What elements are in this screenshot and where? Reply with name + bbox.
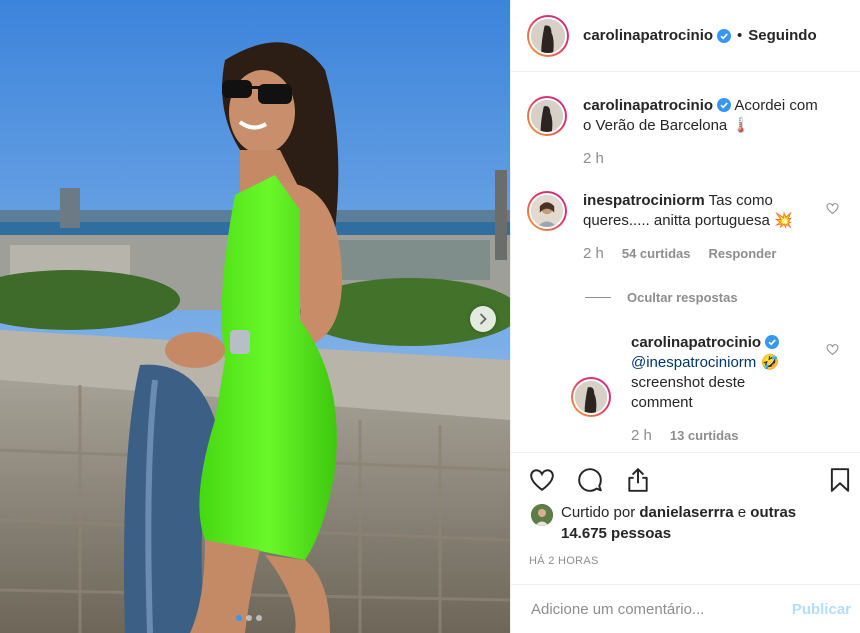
reply-text: screenshot deste comment	[631, 374, 746, 411]
reply-likes[interactable]: 13 curtidas	[670, 426, 739, 446]
caption: carolinapatrocinio Acordei com o Verão d…	[527, 96, 828, 169]
post-side-panel: carolinapatrocinio • Seguindo carolinapa…	[510, 0, 860, 633]
post-header: carolinapatrocinio • Seguindo	[511, 0, 860, 72]
likes-prefix: Curtido por	[561, 504, 636, 521]
verified-badge-icon	[765, 335, 780, 349]
reply-username[interactable]: carolinapatrocinio	[631, 334, 761, 351]
likes-middle: e	[737, 504, 747, 521]
reply-item: carolinapatrocinio @inespatrociniorm 🤣 s…	[571, 333, 801, 446]
like-reply-heart-icon[interactable]	[826, 343, 839, 356]
liker-avatar[interactable]	[531, 504, 553, 526]
action-bar	[511, 452, 860, 507]
separator: •	[737, 27, 743, 44]
hide-replies-button[interactable]: Ocultar respostas	[585, 290, 738, 305]
verified-badge-icon	[717, 98, 732, 112]
divider	[585, 297, 611, 298]
caption-avatar[interactable]	[527, 96, 567, 136]
comment-likes[interactable]: 54 curtidas	[622, 244, 691, 264]
comment-avatar[interactable]	[527, 191, 567, 231]
add-comment-bar: Publicar	[511, 584, 860, 633]
photo-image	[0, 0, 510, 633]
comment-input[interactable]	[531, 600, 771, 618]
chevron-right-icon	[480, 313, 487, 325]
post-timestamp[interactable]: HÁ 2 HORAS	[529, 555, 599, 567]
caption-time[interactable]: 2 h	[583, 149, 604, 169]
caption-username[interactable]: carolinapatrocinio	[583, 97, 713, 114]
likes-summary: Curtido por danielaserrra e outras 14.67…	[531, 502, 801, 544]
post-photo	[0, 0, 510, 633]
reply-button[interactable]: Responder	[709, 244, 777, 264]
comment-username[interactable]: inespatrociniorm	[583, 192, 705, 209]
carousel-dot	[246, 615, 252, 621]
publish-button[interactable]: Publicar	[792, 601, 851, 618]
reply-avatar[interactable]	[571, 377, 611, 417]
reply-time[interactable]: 2 h	[631, 426, 652, 446]
hide-replies-label: Ocultar respostas	[627, 290, 738, 305]
following-button[interactable]: Seguindo	[748, 27, 816, 44]
reply-mention[interactable]: @inespatrociniorm	[631, 354, 756, 371]
author-avatar[interactable]	[527, 14, 569, 57]
next-slide-button[interactable]	[470, 306, 496, 332]
carousel-indicator	[236, 615, 262, 621]
carousel-dot	[236, 615, 242, 621]
verified-badge-icon	[717, 28, 732, 43]
share-icon[interactable]	[625, 467, 651, 493]
heart-icon[interactable]	[529, 467, 555, 493]
liker-username[interactable]: danielaserrra	[639, 504, 733, 521]
reply-emoji: 🤣	[760, 354, 780, 371]
like-comment-heart-icon[interactable]	[826, 202, 839, 215]
author-username[interactable]: carolinapatrocinio	[583, 27, 713, 44]
comment-time[interactable]: 2 h	[583, 244, 604, 264]
bookmark-icon[interactable]	[827, 467, 853, 493]
comment-item: inespatrociniorm Tas como queres..... an…	[527, 191, 828, 264]
carousel-dot	[256, 615, 262, 621]
comment-icon[interactable]	[577, 467, 603, 493]
